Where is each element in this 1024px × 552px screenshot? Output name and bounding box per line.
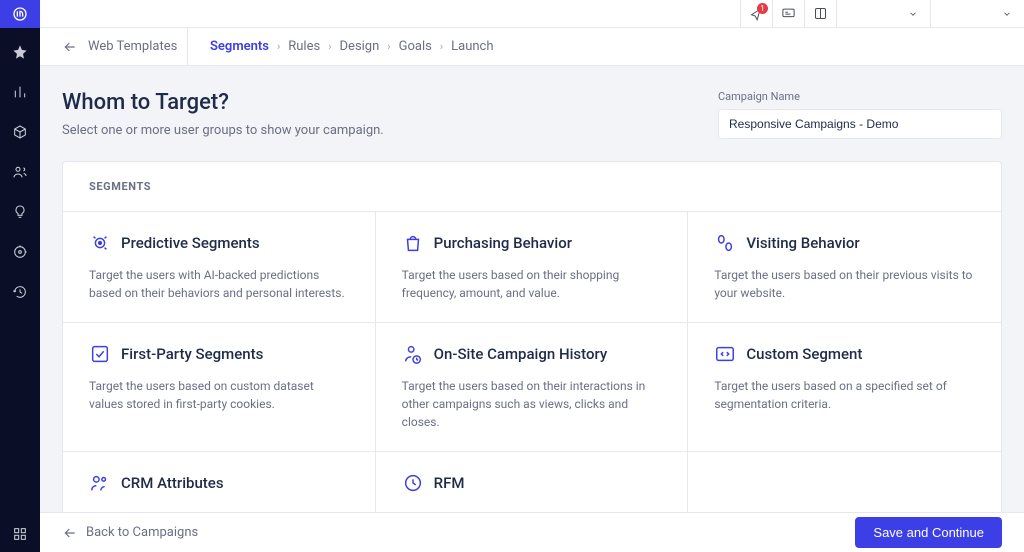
- nav-history[interactable]: [6, 278, 34, 306]
- segment-firstparty[interactable]: First-Party Segments Target the users ba…: [63, 322, 376, 451]
- breadcrumb: Segments › Rules › Design › Goals › Laun…: [188, 39, 494, 54]
- crumb-rules[interactable]: Rules: [288, 39, 320, 54]
- segment-predictive[interactable]: Predictive Segments Target the users wit…: [63, 211, 376, 322]
- segments-section-label: SEGMENTS: [63, 162, 1001, 211]
- segment-rfm[interactable]: RFM: [376, 451, 689, 512]
- top-toolbar: 1: [40, 0, 1024, 28]
- chevron-right-icon: ›: [440, 40, 443, 53]
- segment-desc: Target the users based on their previous…: [714, 266, 975, 302]
- dropdown-1[interactable]: [836, 0, 930, 28]
- segment-purchasing[interactable]: Purchasing Behavior Target the users bas…: [376, 211, 689, 322]
- notifications-icon[interactable]: 1: [740, 0, 772, 28]
- nav-star[interactable]: [6, 38, 34, 66]
- campaign-name-label: Campaign Name: [718, 90, 1002, 103]
- nav-grid[interactable]: [0, 526, 40, 542]
- nav-users[interactable]: [6, 158, 34, 186]
- back-link-label: Back to Campaigns: [86, 525, 198, 540]
- shopping-bag-icon: [402, 232, 424, 254]
- segment-title: Predictive Segments: [121, 234, 260, 252]
- panel-icon[interactable]: [804, 0, 836, 28]
- crumb-design[interactable]: Design: [340, 39, 380, 54]
- footsteps-icon: [714, 232, 736, 254]
- segment-desc: Target the users based on their interact…: [402, 377, 662, 431]
- main-content: Whom to Target? Select one or more user …: [40, 66, 1024, 512]
- segment-empty: [688, 451, 1001, 512]
- chevron-right-icon: ›: [387, 40, 390, 53]
- notif-badge: 1: [757, 3, 768, 14]
- segment-title: RFM: [434, 474, 465, 492]
- segment-visiting[interactable]: Visiting Behavior Target the users based…: [688, 211, 1001, 322]
- crumb-segments[interactable]: Segments: [210, 39, 269, 54]
- segment-desc: Target the users with AI-backed predicti…: [89, 266, 349, 302]
- page-subtitle: Select one or more user groups to show y…: [62, 123, 384, 138]
- segment-desc: Target the users based on custom dataset…: [89, 377, 349, 413]
- segment-title: Visiting Behavior: [746, 234, 859, 252]
- back-to-campaigns[interactable]: Back to Campaigns: [62, 525, 198, 541]
- crumb-goals[interactable]: Goals: [399, 39, 432, 54]
- chevron-right-icon: ›: [328, 40, 331, 53]
- nav-package[interactable]: [6, 118, 34, 146]
- page-title: Whom to Target?: [62, 90, 384, 115]
- segment-title: Purchasing Behavior: [434, 234, 572, 252]
- checkbox-icon: [89, 343, 111, 365]
- crm-icon: [89, 472, 111, 494]
- code-icon: [714, 343, 736, 365]
- person-history-icon: [402, 343, 424, 365]
- segments-card: SEGMENTS Predictive Segments Target the …: [62, 161, 1002, 512]
- segment-crm[interactable]: CRM Attributes: [63, 451, 376, 512]
- chat-icon[interactable]: [772, 0, 804, 28]
- segment-title: First-Party Segments: [121, 345, 263, 363]
- crumb-launch[interactable]: Launch: [451, 39, 493, 54]
- segment-desc: Target the users based on a specified se…: [714, 377, 975, 413]
- nav-analytics[interactable]: [6, 78, 34, 106]
- segment-onsite-history[interactable]: On-Site Campaign History Target the user…: [376, 322, 689, 451]
- breadcrumb-back-label: Web Templates: [88, 39, 177, 54]
- segment-title: CRM Attributes: [121, 474, 224, 492]
- breadcrumb-bar: Web Templates Segments › Rules › Design …: [40, 28, 1024, 66]
- nav-target[interactable]: [6, 238, 34, 266]
- breadcrumb-back[interactable]: Web Templates: [40, 28, 188, 65]
- segment-title: On-Site Campaign History: [434, 345, 608, 363]
- left-sidebar: [0, 0, 40, 552]
- dropdown-2[interactable]: [930, 0, 1024, 28]
- nav-idea[interactable]: [6, 198, 34, 226]
- save-continue-button[interactable]: Save and Continue: [855, 517, 1002, 548]
- segment-desc: Target the users based on their shopping…: [402, 266, 662, 302]
- footer-bar: Back to Campaigns Save and Continue: [40, 512, 1024, 552]
- chevron-right-icon: ›: [277, 40, 280, 53]
- segment-title: Custom Segment: [746, 345, 862, 363]
- rfm-icon: [402, 472, 424, 494]
- segment-custom[interactable]: Custom Segment Target the users based on…: [688, 322, 1001, 451]
- app-logo[interactable]: [0, 0, 40, 28]
- predictive-icon: [89, 232, 111, 254]
- campaign-name-input[interactable]: [718, 109, 1002, 139]
